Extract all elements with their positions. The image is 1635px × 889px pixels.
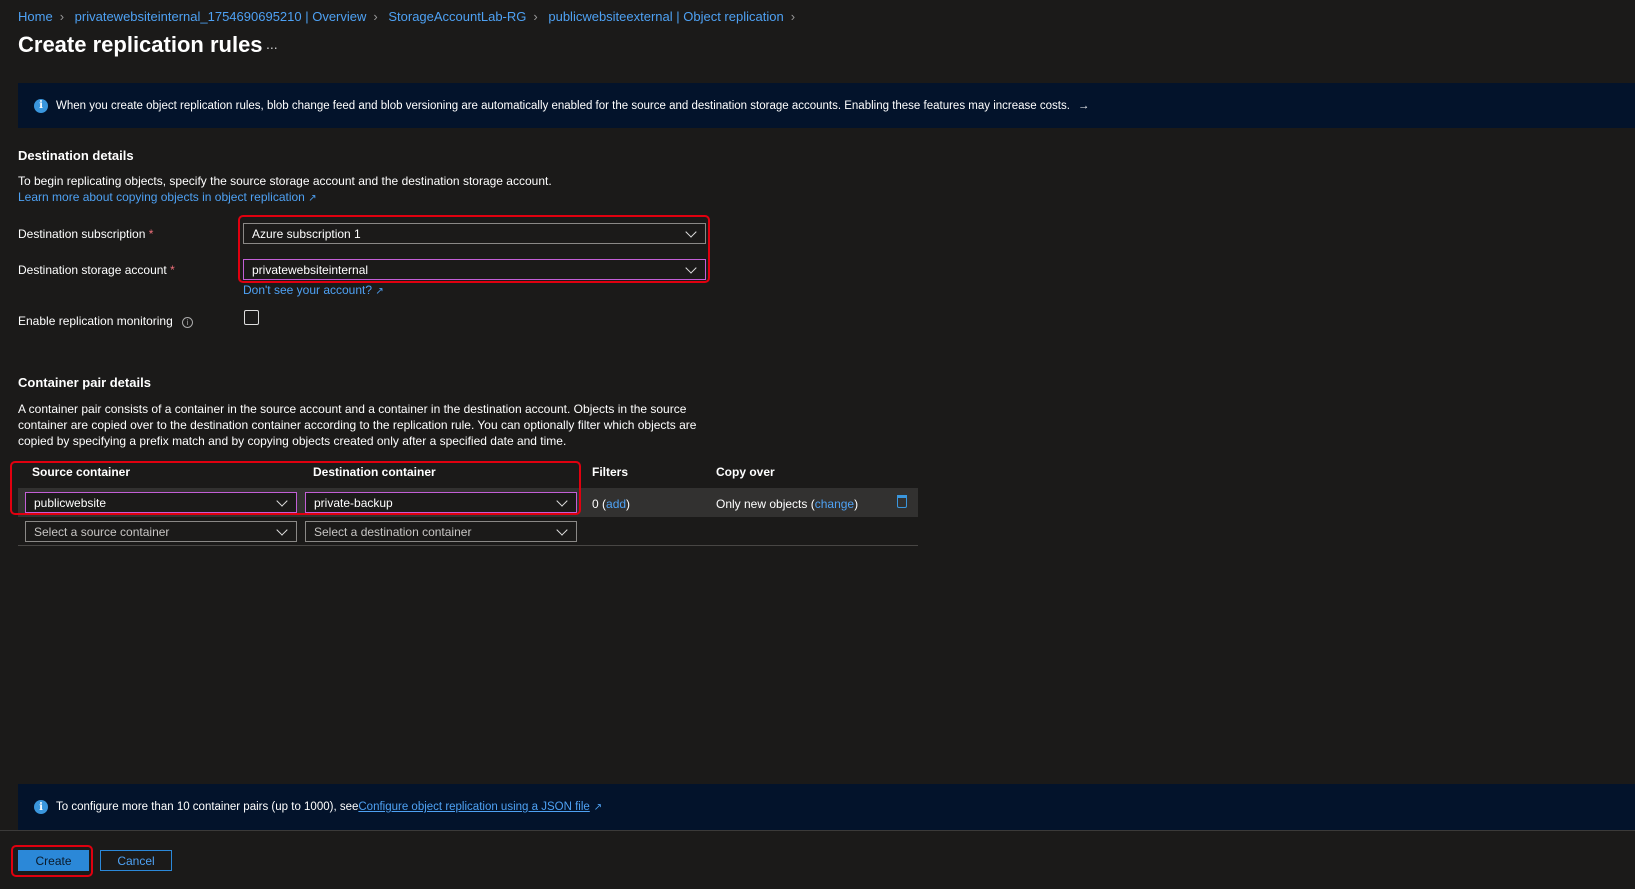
more-options-button[interactable]: ... xyxy=(266,36,278,52)
copy-over-cell: Only new objects (change) xyxy=(716,497,859,511)
cost-info-text: When you create object replication rules… xyxy=(56,99,1070,112)
subscription-label: Destination subscription * xyxy=(18,227,154,241)
breadcrumb-overview[interactable]: privatewebsiteinternal_1754690695210 | O… xyxy=(75,9,367,24)
json-config-link[interactable]: Configure object replication using a JSO… xyxy=(358,801,589,813)
info-circle-icon: i xyxy=(182,317,194,328)
add-filter-link[interactable]: add xyxy=(606,497,626,511)
col-copy-over: Copy over xyxy=(716,465,775,479)
footer-divider xyxy=(0,830,1635,831)
chevron-down-icon xyxy=(685,225,697,238)
chevron-down-icon xyxy=(556,523,568,536)
cost-info-banner: i When you create object replication rul… xyxy=(18,83,1635,128)
cancel-button[interactable]: Cancel xyxy=(100,850,172,871)
subscription-dropdown[interactable]: Azure subscription 1 xyxy=(243,223,706,244)
col-filters: Filters xyxy=(592,465,629,479)
new-source-container-dropdown[interactable]: Select a source container xyxy=(25,521,297,542)
destination-description: To begin replicating objects, specify th… xyxy=(18,174,552,188)
info-icon: i xyxy=(34,98,48,113)
external-link-icon: ↗ xyxy=(593,801,603,813)
divider xyxy=(18,545,918,546)
new-destination-container-dropdown[interactable]: Select a destination container xyxy=(305,521,577,542)
breadcrumb-home[interactable]: Home xyxy=(18,9,53,24)
chevron-down-icon xyxy=(685,261,697,274)
destination-heading: Destination details xyxy=(18,148,134,163)
page-title: Create replication rules xyxy=(18,32,263,57)
json-info-banner: i To configure more than 10 container pa… xyxy=(18,784,1635,830)
dont-see-account-link[interactable]: Don't see your account? ↗ xyxy=(243,283,384,297)
info-icon: i xyxy=(34,800,48,814)
filters-cell: 0 (add) xyxy=(592,497,631,511)
breadcrumb: Home › privatewebsiteinternal_17546906952… xyxy=(18,9,796,24)
breadcrumb-object-replication[interactable]: publicwebsiteexternal | Object replicati… xyxy=(548,9,783,24)
monitoring-checkbox[interactable] xyxy=(244,310,259,325)
external-link-icon: ↗ xyxy=(375,286,384,297)
container-heading: Container pair details xyxy=(18,375,151,390)
delete-icon[interactable] xyxy=(897,495,907,508)
breadcrumb-resource-group[interactable]: StorageAccountLab-RG xyxy=(388,9,526,24)
chevron-down-icon xyxy=(276,523,288,536)
storage-account-dropdown[interactable]: privatewebsiteinternal xyxy=(243,259,706,280)
create-button[interactable]: Create xyxy=(18,850,89,871)
arrow-right-icon[interactable]: → xyxy=(1078,100,1090,112)
container-description: A container pair consists of a container… xyxy=(18,402,697,448)
storage-account-label: Destination storage account * xyxy=(18,263,175,277)
monitoring-label: Enable replication monitoring i xyxy=(18,314,194,328)
external-link-icon: ↗ xyxy=(308,193,317,204)
change-copy-link[interactable]: change xyxy=(815,497,854,511)
highlight-box xyxy=(10,461,581,515)
learn-more-link[interactable]: Learn more about copying objects in obje… xyxy=(18,190,317,204)
